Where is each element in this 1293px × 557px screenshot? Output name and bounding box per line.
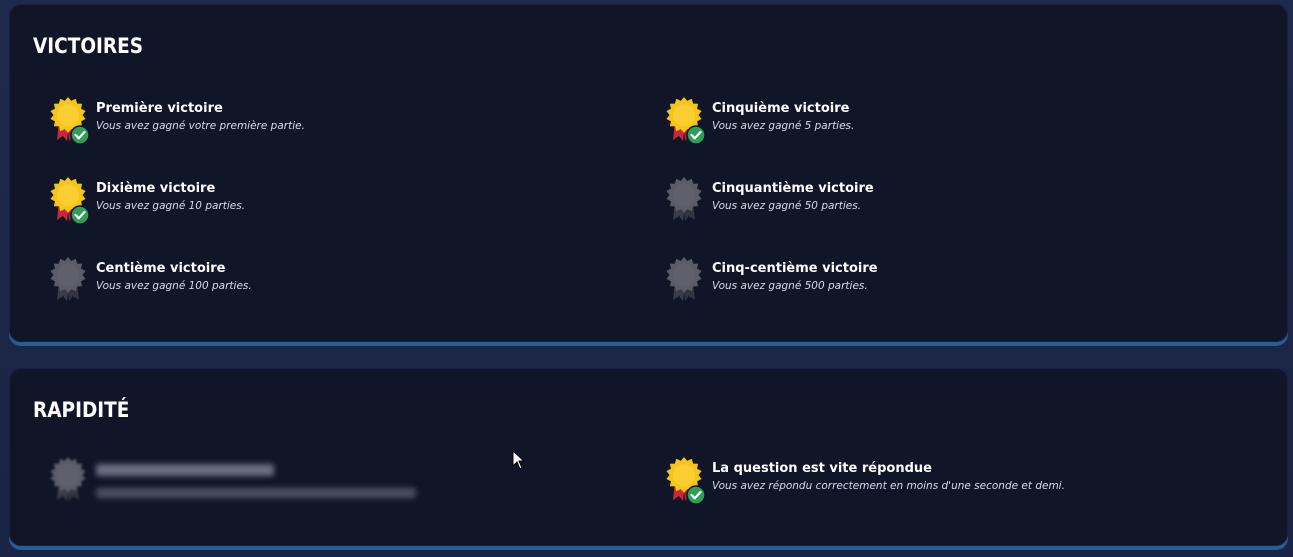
check-icon: [686, 125, 706, 145]
achievement-name: Cinq-centième victoire: [712, 261, 878, 276]
gold-medal-icon: [50, 97, 90, 145]
achievement-name-hidden: [96, 464, 274, 476]
achievement-description: Vous avez gagné 50 parties.: [712, 200, 862, 212]
achievement-name: Cinquantième victoire: [712, 181, 874, 196]
achievement-description: Vous avez gagné 500 parties.: [712, 280, 868, 292]
achievement-description: Vous avez gagné 100 parties.: [96, 280, 252, 292]
check-icon: [70, 205, 90, 225]
grey-medal-icon: [50, 457, 86, 501]
achievements-page: VICTOIRES Première victoire Vous avez ga…: [0, 0, 1293, 557]
achievement-name: Dixième victoire: [96, 181, 216, 196]
gold-medal-icon: [666, 457, 706, 505]
check-icon: [686, 485, 706, 505]
grey-medal-icon: [50, 257, 86, 301]
achievement-description: Vous avez répondu correctement en moins …: [712, 480, 1065, 492]
achievement-name: Cinquième victoire: [712, 101, 850, 116]
section-title-rapidite: RAPIDITÉ: [33, 398, 130, 422]
gold-medal-icon: [666, 97, 706, 145]
check-icon: [70, 125, 90, 145]
achievement-name: Centième victoire: [96, 261, 226, 276]
gold-medal-icon: [50, 177, 90, 225]
achievement-description-hidden: [96, 488, 416, 498]
rapidite-panel: RAPIDITÉ La question est vite répondue V…: [9, 368, 1288, 546]
section-title-victoires: VICTOIRES: [33, 34, 144, 58]
mouse-cursor-icon: [512, 450, 526, 470]
achievement-name: Première victoire: [96, 101, 223, 116]
achievement-description: Vous avez gagné 10 parties.: [96, 200, 246, 212]
achievement-description: Vous avez gagné votre première partie.: [96, 120, 305, 132]
grey-medal-icon: [666, 177, 702, 221]
grey-medal-icon: [666, 257, 702, 301]
achievement-description: Vous avez gagné 5 parties.: [712, 120, 855, 132]
victoires-panel: VICTOIRES Première victoire Vous avez ga…: [9, 4, 1288, 342]
achievement-name: La question est vite répondue: [712, 461, 932, 476]
